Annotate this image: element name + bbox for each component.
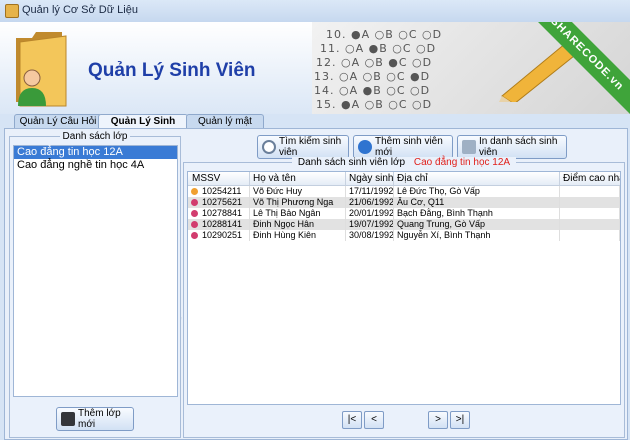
app-heading: Quản Lý Sinh Viên xyxy=(88,60,256,81)
answer-row: 15. ●A ○B ○C ○D xyxy=(316,98,433,111)
table-row[interactable]: 10288141 Đinh Ngọc Hân 19/07/1992 Quang Tru… xyxy=(188,219,620,230)
print-list-button[interactable]: In danh sách sinh viên xyxy=(457,135,567,159)
magnifier-icon xyxy=(262,140,276,154)
student-group-class: Cao đẳng tin học 12A xyxy=(410,157,514,168)
tab-questions[interactable]: Quản Lý Câu Hỏi xyxy=(14,114,102,129)
last-page-button[interactable]: >| xyxy=(450,411,470,429)
add-student-button[interactable]: Thêm sinh viên mới xyxy=(353,135,453,159)
table-cell: 20/01/1992 xyxy=(346,208,394,219)
search-student-label: Tìm kiếm sinh viên xyxy=(279,136,342,158)
table-cell: 21/06/1992 xyxy=(346,197,394,208)
print-list-label: In danh sách sinh viên xyxy=(479,136,558,158)
app-icon xyxy=(5,4,19,18)
table-cell: Đinh Hùng Kiên xyxy=(250,230,346,241)
table-cell xyxy=(560,230,620,241)
table-cell: 10290251 xyxy=(188,230,250,241)
table-cell: Võ Thị Phương Nga xyxy=(250,197,346,208)
printer-icon xyxy=(462,140,476,154)
table-cell: Quang Trung, Gò Vấp xyxy=(394,219,560,230)
add-class-label: Thêm lớp mới xyxy=(78,408,121,430)
class-group: Danh sách lớp Cao đẳng tin học 12A Cao đ… xyxy=(9,131,181,438)
table-cell xyxy=(560,219,620,230)
column-header[interactable]: MSSV xyxy=(188,172,250,185)
table-row[interactable]: 10290251 Đinh Hùng Kiên 30/08/1992 Nguyễn X… xyxy=(188,230,620,241)
tab-password[interactable]: Quản lý mật khẩu xyxy=(186,114,264,141)
answer-sheet-image: 10. ●A ○B ○C ○D 11. ○A ●B ○C ○D 12. ○A ○… xyxy=(312,22,630,114)
table-cell xyxy=(560,197,620,208)
add-user-icon xyxy=(358,140,372,154)
window-title: Quản lý Cơ Sở Dữ Liệu xyxy=(22,4,138,16)
table-cell: Đinh Ngọc Hân xyxy=(250,219,346,230)
column-header[interactable]: Ngày sinh xyxy=(346,172,394,185)
prev-page-button[interactable]: < xyxy=(364,411,384,429)
table-cell: 10275621 xyxy=(188,197,250,208)
header-banner: Quản Lý Sinh Viên 10. ●A ○B ○C ○D 11. ○A… xyxy=(0,22,630,114)
table-cell: 10278841 xyxy=(188,208,250,219)
student-table[interactable]: MSSV Họ và tên Ngày sinh Địa chỉ Điểm ca… xyxy=(187,171,621,405)
student-group-title: Danh sách sinh viên lớp xyxy=(294,157,409,168)
answer-row: 12. ○A ○B ●C ○D xyxy=(316,56,433,69)
table-cell: Nguyễn Xí, Bình Thạnh xyxy=(394,230,560,241)
students-tab-panel: SHARECODE.vn Danh sách lớp Cao đẳng tin … xyxy=(4,128,628,440)
table-cell: Bạch Đằng, Bình Thạnh xyxy=(394,208,560,219)
column-header[interactable]: Điểm cao nhất xyxy=(560,172,620,185)
table-cell xyxy=(560,208,620,219)
graduation-cap-icon xyxy=(61,412,75,426)
first-page-button[interactable]: |< xyxy=(342,411,362,429)
table-cell: 17/11/1992 xyxy=(346,186,394,197)
table-cell: Lê Đức Thọ, Gò Vấp xyxy=(394,186,560,197)
table-header: MSSV Họ và tên Ngày sinh Địa chỉ Điểm ca… xyxy=(188,172,620,186)
answer-row: 11. ○A ●B ○C ○D xyxy=(320,42,437,55)
table-cell: 19/07/1992 xyxy=(346,219,394,230)
list-item[interactable]: Cao đẳng tin học 12A xyxy=(14,146,177,159)
student-group: Danh sách sinh viên lớp Cao đẳng tin học… xyxy=(183,157,625,438)
table-cell: Võ Đức Huy xyxy=(250,186,346,197)
table-cell: 10288141 xyxy=(188,219,250,230)
answer-row: 13. ○A ○B ○C ●D xyxy=(314,70,431,83)
search-student-button[interactable]: Tìm kiếm sinh viên xyxy=(257,135,349,159)
folder-user-icon xyxy=(16,32,67,107)
answer-row: 14. ○A ●B ○C ○D xyxy=(314,84,431,97)
next-page-button[interactable]: > xyxy=(428,411,448,429)
table-cell: 30/08/1992 xyxy=(346,230,394,241)
add-class-button[interactable]: Thêm lớp mới xyxy=(56,407,134,431)
table-cell: 10254211 xyxy=(188,186,250,197)
column-header[interactable]: Địa chỉ xyxy=(394,172,560,185)
column-header[interactable]: Họ và tên xyxy=(250,172,346,185)
table-cell xyxy=(560,186,620,197)
table-cell: Âu Cơ, Q11 xyxy=(394,197,560,208)
table-cell: Lê Thị Bảo Ngân xyxy=(250,208,346,219)
answer-row: 10. ●A ○B ○C ○D xyxy=(326,28,443,41)
table-row[interactable]: 10275621 Võ Thị Phương Nga 21/06/1992 Âu Cơ… xyxy=(188,197,620,208)
list-item[interactable]: Cao đẳng nghề tin học 4A xyxy=(14,159,177,172)
add-student-label: Thêm sinh viên mới xyxy=(375,136,443,158)
class-group-title: Danh sách lớp xyxy=(59,131,131,142)
class-list[interactable]: Cao đẳng tin học 12A Cao đẳng nghề tin h… xyxy=(13,145,178,397)
table-row[interactable]: 10254211 Võ Đức Huy 17/11/1992 Lê Đức Thọ, … xyxy=(188,186,620,197)
title-bar: Quản lý Cơ Sở Dữ Liệu xyxy=(0,0,630,23)
table-row[interactable]: 10278841 Lê Thị Bảo Ngân 20/01/1992 Bạch Đằ… xyxy=(188,208,620,219)
